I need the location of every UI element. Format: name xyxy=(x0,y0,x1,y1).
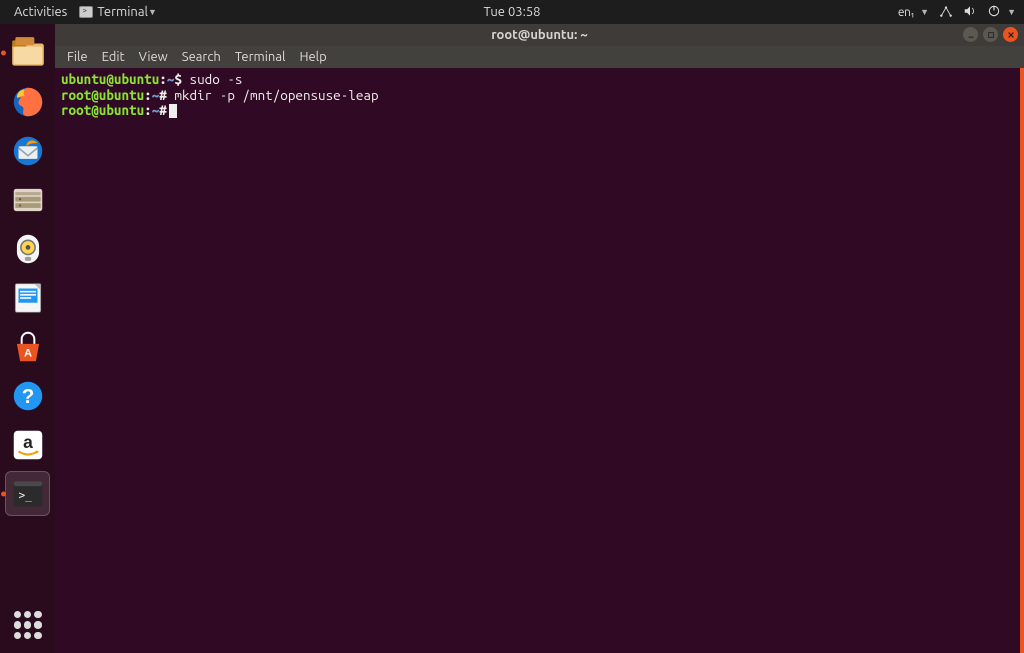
dock-item-ubuntu-software[interactable]: A xyxy=(5,324,50,369)
thunderbird-icon xyxy=(9,132,47,170)
maximize-button[interactable] xyxy=(983,27,998,42)
network-icon[interactable] xyxy=(939,4,953,21)
dock-item-terminal[interactable]: >_ xyxy=(5,471,50,516)
menu-view[interactable]: View xyxy=(133,48,174,66)
running-indicator-icon xyxy=(1,491,6,496)
window-titlebar[interactable]: root@ubuntu: ~ xyxy=(55,24,1024,46)
system-tray: en₁ ▼ ▼ xyxy=(898,4,1016,21)
svg-text:?: ? xyxy=(21,385,34,408)
chevron-down-icon: ▼ xyxy=(148,7,157,17)
amazon-icon: a xyxy=(9,426,47,464)
terminal-icon: >_ xyxy=(9,475,47,513)
terminal-icon xyxy=(79,6,93,18)
dock-item-amazon[interactable]: a xyxy=(5,422,50,467)
terminal-line: ubuntu@ubuntu:~$ sudo -s xyxy=(61,72,1014,88)
menu-edit[interactable]: Edit xyxy=(96,48,131,66)
menu-file[interactable]: File xyxy=(61,48,94,66)
volume-icon[interactable] xyxy=(963,4,977,21)
chevron-down-icon: ▼ xyxy=(920,7,929,17)
file-manager-icon xyxy=(9,181,47,219)
window-controls xyxy=(963,27,1018,42)
window-title: root@ubuntu: ~ xyxy=(491,28,588,42)
dock-item-nautilus[interactable] xyxy=(5,177,50,222)
app-menu-label: Terminal xyxy=(97,5,148,19)
ubuntu-software-icon: A xyxy=(9,328,47,366)
dock-item-firefox[interactable] xyxy=(5,79,50,124)
svg-text:a: a xyxy=(23,432,33,452)
activities-button[interactable]: Activities xyxy=(8,5,73,19)
app-menu[interactable]: Terminal ▼ xyxy=(73,5,163,19)
keyboard-layout-indicator[interactable]: en₁ xyxy=(898,6,914,19)
menu-help[interactable]: Help xyxy=(293,48,332,66)
terminal-line: root@ubuntu:~# xyxy=(61,103,1014,119)
libreoffice-writer-icon xyxy=(9,279,47,317)
show-applications-button[interactable] xyxy=(14,611,42,639)
dock-item-files[interactable] xyxy=(5,30,50,75)
firefox-icon xyxy=(9,83,47,121)
ubuntu-dock: A ? a >_ xyxy=(0,24,55,653)
dock-item-thunderbird[interactable] xyxy=(5,128,50,173)
running-indicator-icon xyxy=(1,50,6,55)
dock-item-libreoffice-writer[interactable] xyxy=(5,275,50,320)
gnome-top-bar: Activities Terminal ▼ Tue 03:58 en₁ ▼ ▼ xyxy=(0,0,1024,24)
files-icon xyxy=(9,34,47,72)
svg-text:A: A xyxy=(23,347,31,359)
terminal-menubar: File Edit View Search Terminal Help xyxy=(55,46,1024,68)
terminal-cursor xyxy=(169,104,177,118)
clock[interactable]: Tue 03:58 xyxy=(484,5,541,19)
menu-terminal[interactable]: Terminal xyxy=(229,48,292,66)
rhythmbox-icon xyxy=(9,230,47,268)
close-button[interactable] xyxy=(1003,27,1018,42)
dock-item-rhythmbox[interactable] xyxy=(5,226,50,271)
chevron-down-icon: ▼ xyxy=(1007,7,1016,17)
menu-search[interactable]: Search xyxy=(176,48,227,66)
power-icon[interactable] xyxy=(987,4,1001,21)
dock-item-help[interactable]: ? xyxy=(5,373,50,418)
svg-text:>_: >_ xyxy=(18,488,32,501)
terminal-viewport[interactable]: ubuntu@ubuntu:~$ sudo -s root@ubuntu:~# … xyxy=(55,68,1024,653)
help-icon: ? xyxy=(9,377,47,415)
terminal-line: root@ubuntu:~# mkdir -p /mnt/opensuse-le… xyxy=(61,88,1014,104)
minimize-button[interactable] xyxy=(963,27,978,42)
